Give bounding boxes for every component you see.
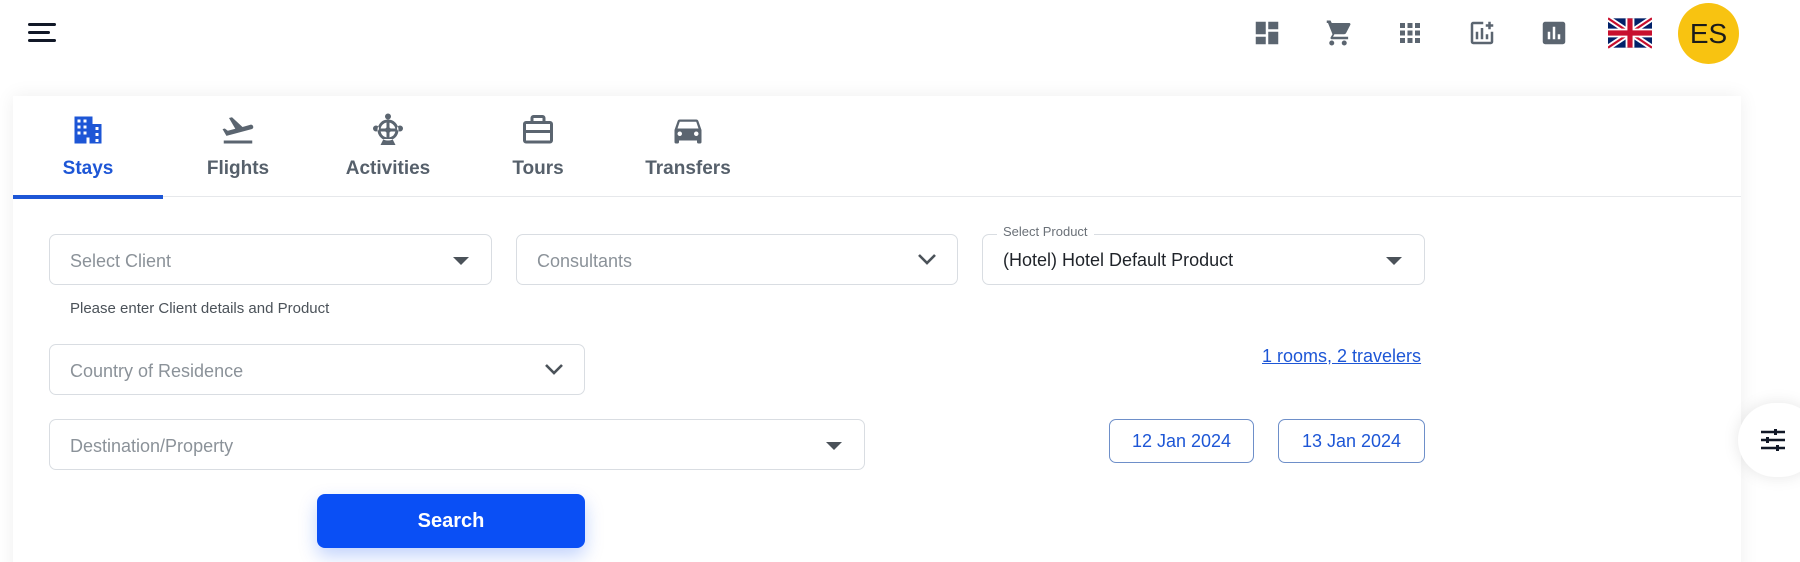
top-bar: ES [0, 0, 1800, 66]
destination-field[interactable]: Destination/Property [49, 419, 865, 470]
dashboard-icon[interactable] [1250, 16, 1284, 50]
tab-label: Activities [345, 158, 431, 179]
tab-label: Stays [62, 158, 114, 179]
tab-tours[interactable]: Tours [463, 96, 613, 197]
client-helper-text: Please enter Client details and Product [70, 300, 330, 317]
filters-button[interactable] [1738, 403, 1800, 477]
country-of-residence-field[interactable]: Country of Residence [49, 344, 585, 395]
check-out-date-button[interactable]: 13 Jan 2024 [1278, 419, 1425, 463]
search-card: Stays Flights Activities Tours Transfers [13, 96, 1741, 562]
destination-placeholder: Destination/Property [70, 436, 234, 456]
chevron-down-icon [544, 362, 564, 376]
apps-grid-icon[interactable] [1393, 16, 1427, 50]
tab-activities[interactable]: Activities [313, 96, 463, 197]
ferris-wheel-icon [373, 113, 403, 145]
consultants-field[interactable]: Consultants [516, 234, 958, 285]
country-placeholder: Country of Residence [70, 361, 244, 381]
consultants-placeholder: Consultants [537, 251, 633, 271]
check-in-date-button[interactable]: 12 Jan 2024 [1109, 419, 1254, 463]
caret-down-icon [1386, 257, 1402, 265]
tab-transfers[interactable]: Transfers [613, 96, 763, 197]
caret-down-icon [453, 257, 469, 265]
briefcase-icon [523, 115, 553, 144]
add-chart-icon[interactable] [1465, 16, 1499, 50]
select-client-placeholder: Select Client [70, 251, 172, 271]
tab-label: Transfers [645, 158, 731, 179]
uk-flag-icon[interactable] [1608, 17, 1652, 49]
product-tabs: Stays Flights Activities Tours Transfers [13, 96, 1741, 199]
rooms-travelers-link[interactable]: 1 rooms, 2 travelers [1262, 346, 1421, 367]
cart-icon[interactable] [1321, 16, 1355, 50]
tab-stays[interactable]: Stays [13, 96, 163, 199]
tab-label: Tours [512, 158, 564, 179]
tune-sliders-icon [1761, 429, 1785, 451]
flight-takeoff-icon [222, 117, 254, 144]
chevron-down-icon [917, 252, 937, 266]
select-product-value: (Hotel) Hotel Default Product [1003, 250, 1234, 270]
avatar[interactable]: ES [1678, 3, 1739, 64]
select-client-field[interactable]: Select Client [49, 234, 492, 285]
search-button[interactable]: Search [317, 494, 585, 548]
select-product-label: Select Product [997, 224, 1094, 239]
caret-down-icon [826, 442, 842, 450]
tab-label: Flights [206, 158, 270, 179]
car-icon [674, 119, 702, 144]
tab-flights[interactable]: Flights [163, 96, 313, 197]
select-product-field[interactable]: Select Product (Hotel) Hotel Default Pro… [982, 224, 1425, 285]
menu-icon[interactable] [28, 20, 56, 46]
hotel-building-icon [74, 116, 102, 144]
bar-chart-icon[interactable] [1537, 16, 1571, 50]
